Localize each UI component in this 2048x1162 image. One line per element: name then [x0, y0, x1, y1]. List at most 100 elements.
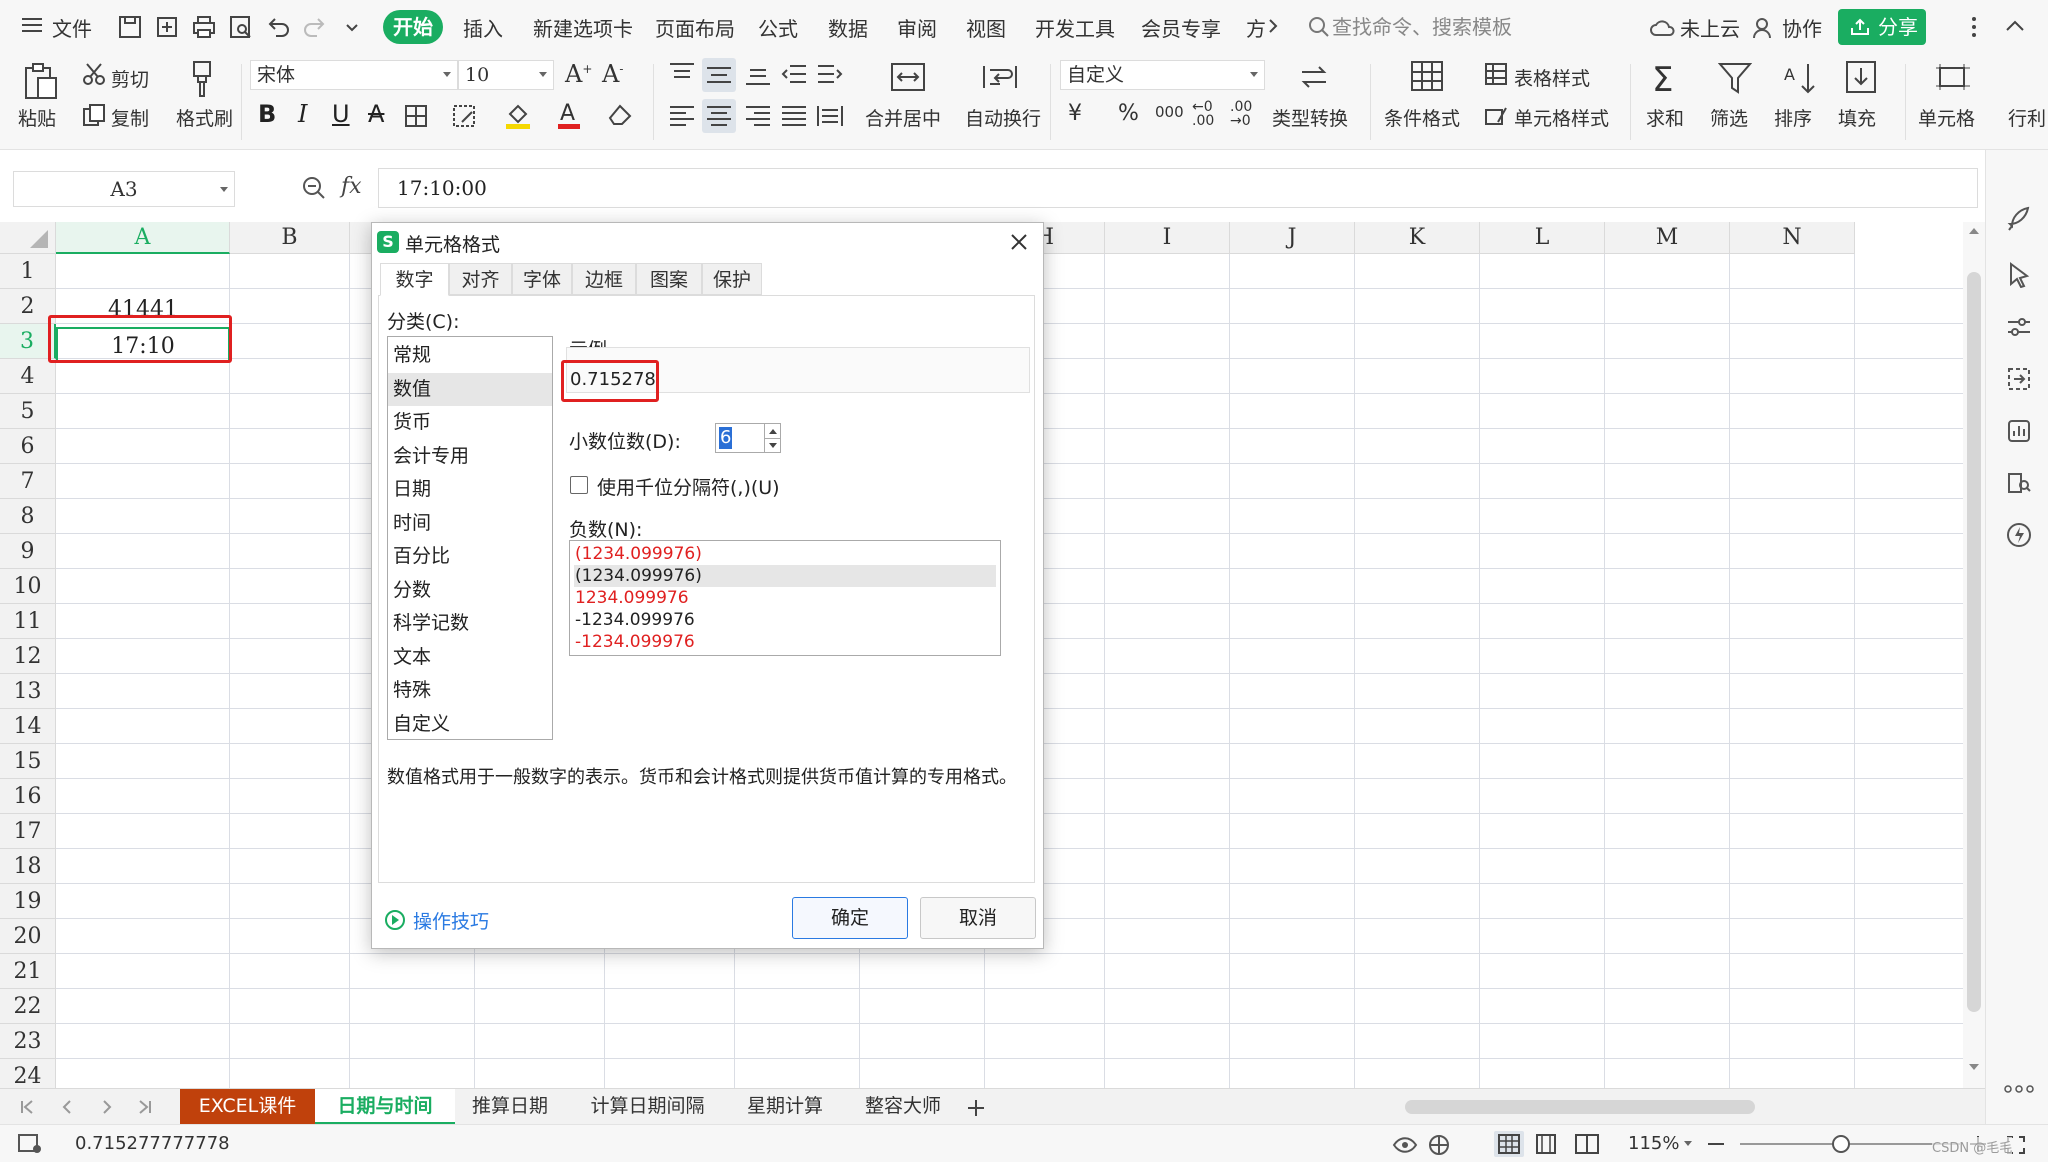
paste-icon[interactable]	[22, 62, 58, 100]
cell-button[interactable]: 单元格	[1918, 104, 1975, 131]
eye-protect-icon[interactable]	[1392, 1135, 1418, 1155]
font-name-select[interactable]: 宋体	[250, 60, 458, 90]
type-convert-icon[interactable]	[1296, 62, 1332, 92]
tab-more[interactable]: 方	[1246, 13, 1266, 42]
negative-number-list[interactable]: (1234.099976) (1234.099976) 1234.099976 -12…	[569, 540, 1001, 656]
undo-icon[interactable]	[263, 12, 293, 42]
row-header-10[interactable]: 10	[0, 569, 56, 604]
negative-format-option[interactable]: -1234.099976	[574, 609, 996, 631]
row-header-9[interactable]: 9	[0, 534, 56, 569]
category-item[interactable]: 自定义	[388, 708, 552, 741]
align-middle-icon[interactable]	[702, 58, 736, 92]
dialog-tab-3[interactable]: 边框	[572, 263, 636, 295]
tab-data[interactable]: 数据	[828, 13, 868, 42]
hamburger-icon[interactable]	[22, 17, 42, 33]
tab-developer[interactable]: 开发工具	[1035, 13, 1115, 42]
globe-icon[interactable]	[1428, 1134, 1452, 1156]
dialog-tab-1[interactable]: 对齐	[449, 263, 512, 295]
column-header-m[interactable]: M	[1605, 222, 1730, 254]
row-header-17[interactable]: 17	[0, 814, 56, 849]
percent-icon[interactable]: %	[1118, 101, 1139, 126]
sum-button[interactable]: 求和	[1646, 104, 1684, 131]
scroll-up-icon[interactable]	[1968, 226, 1980, 236]
row-header-24[interactable]: 24	[0, 1059, 56, 1088]
eraser-icon[interactable]	[606, 102, 636, 128]
lightning-icon[interactable]	[2006, 522, 2032, 548]
type-convert-button[interactable]: 类型转换	[1272, 104, 1348, 131]
row-header-21[interactable]: 21	[0, 954, 56, 989]
tips-link[interactable]: 操作技巧	[413, 907, 489, 934]
align-right-icon[interactable]	[744, 104, 772, 128]
negative-format-option[interactable]: 1234.099976	[574, 587, 996, 609]
font-size-select[interactable]: 10	[458, 60, 554, 90]
sort-icon[interactable]: A	[1782, 62, 1816, 94]
row-header-12[interactable]: 12	[0, 639, 56, 674]
export-icon[interactable]	[152, 12, 182, 42]
distributed-align-icon[interactable]	[816, 104, 844, 128]
close-icon[interactable]	[1010, 233, 1028, 251]
category-item[interactable]: 日期	[388, 473, 552, 506]
tab-insert[interactable]: 插入	[463, 13, 503, 42]
decrease-decimal-icon[interactable]: .00 →0	[1230, 100, 1252, 128]
currency-icon[interactable]: ¥	[1068, 101, 1082, 126]
horizontal-scrollbar[interactable]	[1385, 1097, 1935, 1117]
row-header-7[interactable]: 7	[0, 464, 56, 499]
format-painter-button[interactable]: 格式刷	[176, 104, 233, 131]
category-item[interactable]: 数值	[388, 372, 552, 406]
select-all-corner[interactable]	[0, 222, 56, 254]
formula-input[interactable]: 17:10:00	[378, 168, 1978, 208]
column-header-k[interactable]: K	[1355, 222, 1480, 254]
table-style-button[interactable]: 表格样式	[1514, 64, 1590, 91]
macro-record-icon[interactable]	[17, 1133, 43, 1155]
align-bottom-icon[interactable]	[744, 62, 772, 86]
collab-button[interactable]: 协作	[1782, 13, 1822, 42]
row-header-11[interactable]: 11	[0, 604, 56, 639]
number-format-select[interactable]: 自定义	[1060, 60, 1265, 90]
cloud-status[interactable]: 未上云	[1680, 13, 1740, 42]
sheet-tab-date-interval[interactable]: 计算日期间隔	[575, 1089, 720, 1125]
row-header-1[interactable]: 1	[0, 254, 56, 289]
name-box[interactable]: A3	[13, 171, 235, 207]
merge-center-icon[interactable]	[890, 62, 926, 92]
tab-formula[interactable]: 公式	[758, 13, 798, 42]
category-item[interactable]: 分数	[388, 574, 552, 607]
sheet-tab-beauty-master[interactable]: 整容大师	[848, 1089, 958, 1125]
category-list[interactable]: 常规 数值 货币 会计专用 日期 时间 百分比 分数 科学记数 文本 特殊 自定义	[387, 336, 553, 740]
first-sheet-icon[interactable]	[20, 1100, 34, 1114]
row-header-5[interactable]: 5	[0, 394, 56, 429]
cut-button[interactable]: 剪切	[111, 65, 149, 92]
fill-button[interactable]: 填充	[1838, 104, 1876, 131]
paste-button[interactable]: 粘贴	[18, 104, 56, 131]
row-header-20[interactable]: 20	[0, 919, 56, 954]
wrap-text-button[interactable]: 自动换行	[965, 104, 1041, 131]
filter-button[interactable]: 筛选	[1710, 104, 1748, 131]
rocket-icon[interactable]	[2006, 206, 2032, 232]
cell-style-icon[interactable]	[452, 104, 482, 128]
sheet-tab-infer-date[interactable]: 推算日期	[455, 1089, 565, 1125]
align-left-icon[interactable]	[668, 104, 696, 128]
sheet-tab-date-time[interactable]: 日期与时间	[315, 1089, 455, 1125]
print-preview-icon[interactable]	[226, 12, 256, 42]
tab-new-tab[interactable]: 新建选项卡	[533, 13, 633, 42]
column-header-l[interactable]: L	[1480, 222, 1605, 254]
transform-icon[interactable]	[2006, 366, 2032, 392]
italic-icon[interactable]: I	[298, 100, 307, 128]
zoom-out-icon[interactable]	[1708, 1143, 1724, 1145]
print-icon[interactable]	[189, 12, 219, 42]
thousands-label[interactable]: 使用千位分隔符(,)(U)	[597, 473, 780, 500]
row-header-18[interactable]: 18	[0, 849, 56, 884]
column-header-b[interactable]: B	[230, 222, 350, 254]
decrease-font-icon[interactable]: A-	[602, 60, 623, 88]
more-tools-icon[interactable]	[2004, 1085, 2034, 1093]
share-button[interactable]: 分享	[1838, 9, 1926, 45]
dialog-tab-4[interactable]: 图案	[636, 263, 702, 295]
cell-icon[interactable]	[1934, 62, 1970, 92]
column-header-i[interactable]: I	[1105, 222, 1230, 254]
increase-font-icon[interactable]: A+	[565, 60, 592, 88]
zoom-slider-thumb[interactable]	[1832, 1135, 1850, 1153]
row-header-15[interactable]: 15	[0, 744, 56, 779]
row-header-14[interactable]: 14	[0, 709, 56, 744]
category-item[interactable]: 文本	[388, 641, 552, 674]
tab-member[interactable]: 会员专享	[1141, 13, 1221, 42]
sheet-tab-weekday[interactable]: 星期计算	[730, 1089, 840, 1125]
